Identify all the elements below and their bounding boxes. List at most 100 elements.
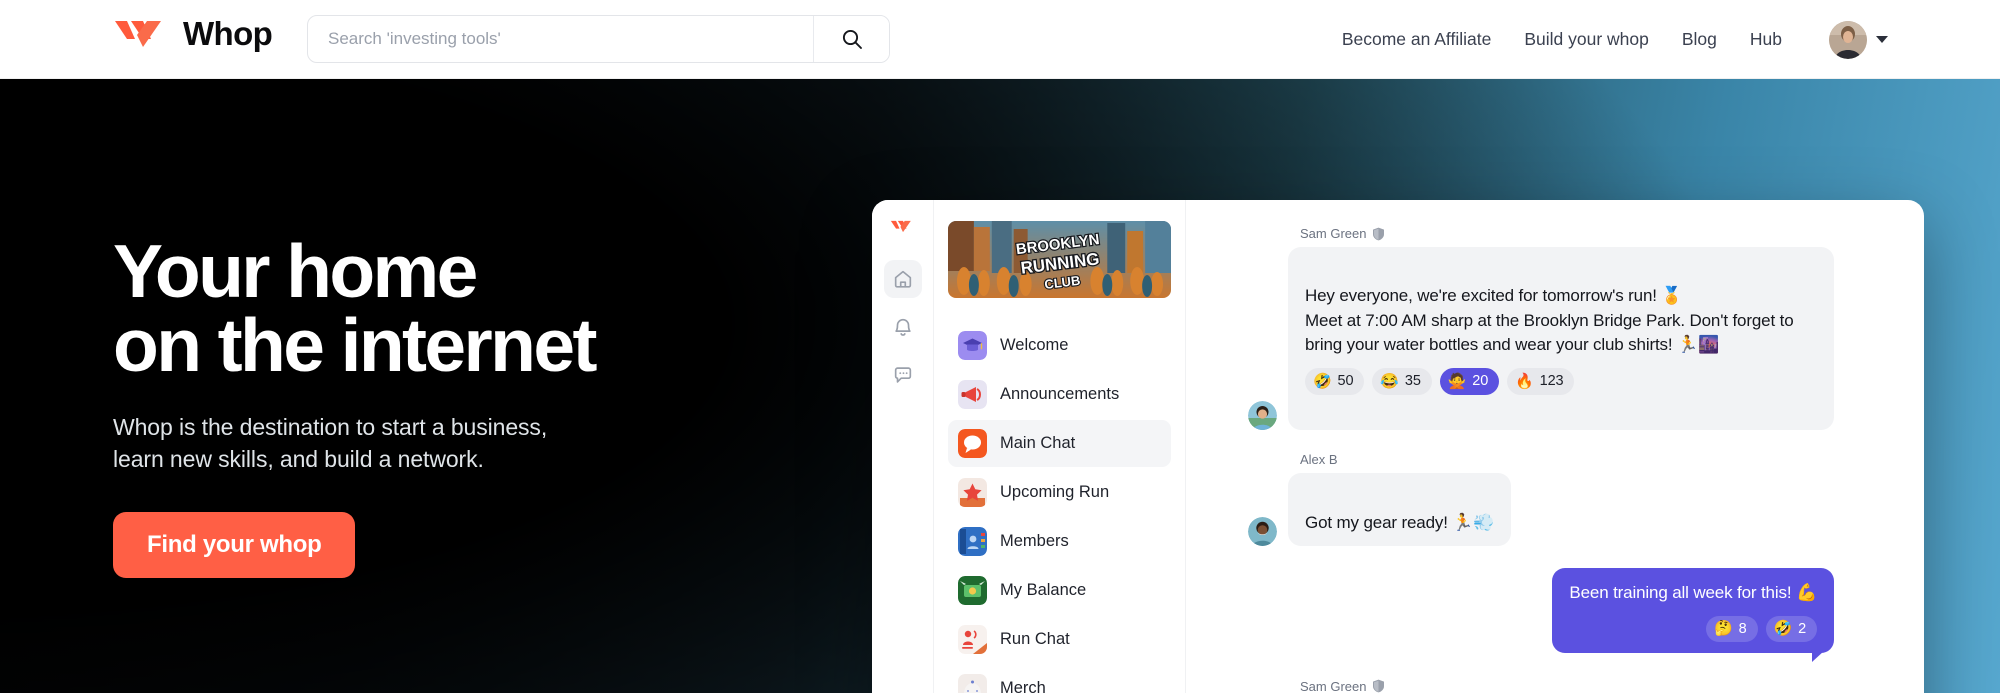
sidebar-item-members[interactable]: Members bbox=[948, 518, 1171, 565]
chat-message: Alex B Got my gear ready! 🏃💨 bbox=[1248, 452, 1834, 546]
sidebar-item-welcome[interactable]: Welcome bbox=[948, 322, 1171, 369]
sidebar-item-run-chat[interactable]: Run Chat bbox=[948, 616, 1171, 663]
nav-links: Become an Affiliate Build your whop Blog… bbox=[1342, 0, 1888, 79]
search-input[interactable] bbox=[308, 16, 813, 62]
sidebar-item-label: Merch bbox=[1000, 679, 1046, 693]
reaction-pill[interactable]: 🤣 50 bbox=[1305, 368, 1365, 395]
channel-list: Welcome Announcements Main Chat Upcoming… bbox=[948, 322, 1171, 693]
account-menu[interactable] bbox=[1829, 20, 1888, 59]
outgoing-message-row: Been training all week for this! 💪 🤔 8 🤣… bbox=[1248, 567, 1834, 663]
sidebar-item-my-balance[interactable]: My Balance bbox=[948, 567, 1171, 614]
search-bar[interactable] bbox=[307, 15, 890, 63]
hero-copy: Your home on the internet Whop is the de… bbox=[113, 234, 873, 578]
chat-message: Sam Green Alright team, a quick reminder… bbox=[1248, 679, 1834, 693]
whop-mark-icon bbox=[890, 220, 911, 233]
cap-emoji bbox=[958, 674, 987, 693]
reaction-count: 123 bbox=[1539, 373, 1564, 390]
chat-message-text: Hey everyone, we're excited for tomorrow… bbox=[1305, 286, 1794, 354]
nav-link-become-an-affiliate[interactable]: Become an Affiliate bbox=[1342, 29, 1492, 50]
speaking-head-emoji bbox=[958, 625, 987, 654]
money-with-wings-emoji bbox=[958, 576, 987, 605]
reaction-count: 35 bbox=[1404, 373, 1421, 390]
reaction-count: 20 bbox=[1472, 373, 1489, 390]
nav-link-build-your-whop[interactable]: Build your whop bbox=[1524, 29, 1649, 50]
find-your-whop-button[interactable]: Find your whop bbox=[113, 511, 356, 578]
reaction-count: 2 bbox=[1798, 620, 1806, 637]
chat-message-author: Sam Green bbox=[1300, 226, 1834, 241]
sidebar-item-label: Members bbox=[1000, 532, 1069, 550]
sidebar-item-main-chat[interactable]: Main Chat bbox=[948, 420, 1171, 467]
chat-bubble: Hey everyone, we're excited for tomorrow… bbox=[1288, 247, 1834, 431]
reaction-count: 8 bbox=[1738, 620, 1747, 637]
hero-section: Your home on the internet Whop is the de… bbox=[0, 79, 2000, 693]
chat-message: Sam Green Hey everyone, we're excited fo… bbox=[1248, 226, 1834, 431]
graduation-cap-emoji bbox=[958, 331, 987, 360]
speech-balloon-emoji bbox=[958, 429, 987, 458]
chat-message-body: Alex B Got my gear ready! 🏃💨 bbox=[1288, 452, 1834, 546]
app-chat-panel: Sam Green Hey everyone, we're excited fo… bbox=[1186, 200, 1924, 693]
reaction-pill-selected[interactable]: 🙅 20 bbox=[1439, 368, 1500, 395]
star-emoji bbox=[958, 478, 987, 507]
author-name: Sam Green bbox=[1300, 678, 1367, 693]
reaction-emoji: 🤔 bbox=[1714, 620, 1733, 638]
sidebar-item-label: Upcoming Run bbox=[1000, 483, 1110, 501]
address-book-emoji bbox=[958, 527, 987, 556]
rail-button-home[interactable] bbox=[883, 260, 922, 298]
nav-link-blog[interactable]: Blog bbox=[1682, 29, 1717, 50]
sidebar-item-label: Welcome bbox=[1000, 336, 1069, 354]
chat-message-text: Got my gear ready! 🏃💨 bbox=[1305, 512, 1495, 532]
chat-message-author: Sam Green bbox=[1300, 679, 1834, 693]
reaction-pill[interactable]: 😂 35 bbox=[1372, 368, 1432, 395]
app-window-preview: BROOKLYN RUNNING CLUB Welcome Announceme… bbox=[872, 200, 1924, 693]
search-button[interactable] bbox=[813, 16, 889, 62]
page-title: Your home on the internet bbox=[113, 229, 597, 388]
author-name: Sam Green bbox=[1300, 226, 1367, 241]
reaction-emoji: 🙅 bbox=[1447, 373, 1467, 391]
chat-message-body: Sam Green Alright team, a quick reminder… bbox=[1288, 679, 1834, 693]
hero-subtitle: Whop is the destination to start a busin… bbox=[113, 413, 548, 473]
sidebar-item-upcoming-run[interactable]: Upcoming Run bbox=[948, 469, 1171, 516]
chevron-down-icon bbox=[1876, 36, 1888, 43]
app-icon-rail bbox=[872, 200, 934, 693]
reaction-emoji: 🤣 bbox=[1313, 373, 1332, 391]
sidebar-item-merch[interactable]: Merch bbox=[948, 665, 1171, 693]
avatar bbox=[1248, 516, 1277, 546]
top-navigation-bar: Whop Become an Affiliate Build your whop… bbox=[0, 0, 2000, 79]
reaction-emoji: 🔥 bbox=[1515, 373, 1534, 391]
sidebar-item-announcements[interactable]: Announcements bbox=[948, 371, 1171, 418]
sidebar-item-label: Announcements bbox=[1000, 385, 1120, 403]
reaction-pill[interactable]: 🔥 123 bbox=[1507, 368, 1575, 395]
brand-name: Whop bbox=[183, 15, 273, 52]
whop-logo-icon bbox=[115, 21, 161, 47]
avatar bbox=[1248, 401, 1277, 431]
avatar bbox=[1829, 20, 1867, 59]
verified-shield-icon bbox=[1373, 680, 1385, 693]
reaction-list: 🤔 8 🤣 2 bbox=[1569, 615, 1817, 642]
rail-button-notifications[interactable] bbox=[884, 308, 922, 346]
reaction-emoji: 😂 bbox=[1380, 373, 1399, 391]
rail-button-messages[interactable] bbox=[884, 356, 922, 394]
brand-logo[interactable]: Whop bbox=[113, 15, 273, 53]
outgoing-chat-bubble: Been training all week for this! 💪 🤔 8 🤣… bbox=[1552, 567, 1834, 663]
chat-message-author: Alex B bbox=[1300, 452, 1834, 467]
sidebar-item-label: My Balance bbox=[1000, 581, 1087, 599]
reaction-pill[interactable]: 🤔 8 bbox=[1706, 615, 1758, 642]
app-channel-sidebar: BROOKLYN RUNNING CLUB Welcome Announceme… bbox=[934, 200, 1186, 693]
megaphone-emoji bbox=[958, 380, 987, 409]
reaction-count: 50 bbox=[1337, 373, 1354, 390]
reaction-list: 🤣 50 😂 35 🙅 20 🔥 123 bbox=[1305, 368, 1817, 395]
chat-bubble-icon bbox=[894, 367, 911, 383]
sidebar-item-label: Main Chat bbox=[1000, 434, 1076, 452]
reaction-emoji: 🤣 bbox=[1773, 620, 1793, 638]
outgoing-message-text: Been training all week for this! 💪 bbox=[1569, 582, 1817, 602]
community-banner[interactable]: BROOKLYN RUNNING CLUB bbox=[948, 221, 1171, 298]
chat-message-body: Sam Green Hey everyone, we're excited fo… bbox=[1288, 226, 1834, 431]
nav-link-hub[interactable]: Hub bbox=[1750, 29, 1782, 50]
search-icon bbox=[842, 29, 862, 49]
sidebar-item-label: Run Chat bbox=[1000, 630, 1070, 648]
chat-bubble: Got my gear ready! 🏃💨 bbox=[1288, 473, 1512, 546]
bell-icon bbox=[894, 318, 911, 336]
home-icon bbox=[894, 270, 911, 288]
author-name: Alex B bbox=[1300, 452, 1338, 468]
reaction-pill[interactable]: 🤣 2 bbox=[1765, 615, 1817, 642]
